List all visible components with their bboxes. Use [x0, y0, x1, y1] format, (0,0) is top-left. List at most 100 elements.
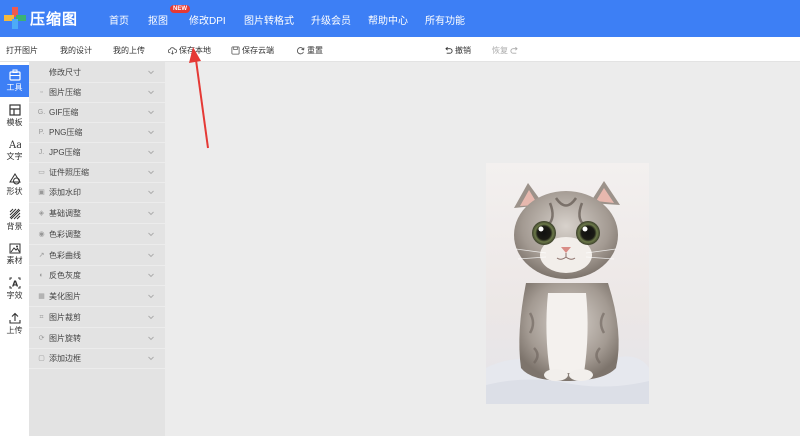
undo-button[interactable]: 撤销	[444, 45, 471, 56]
panel-label: 色彩调整	[49, 230, 81, 239]
nav-upgrade-vip[interactable]: 升级会员	[311, 12, 351, 27]
toolbox-icon	[8, 69, 21, 81]
panel-item-image-compress[interactable]: ▫ 图片压缩	[29, 83, 165, 103]
chevron-down-icon	[148, 336, 154, 341]
panel-label: GIF压缩	[49, 108, 79, 117]
nav-cutout[interactable]: 抠图	[148, 12, 168, 27]
panel-label: 修改尺寸	[49, 68, 81, 77]
svg-text:A: A	[12, 280, 19, 289]
canvas-workspace[interactable]	[165, 62, 800, 436]
svg-text:Aa: Aa	[9, 140, 21, 150]
id-photo-icon: ▭	[38, 169, 45, 176]
panel-item-beautify[interactable]: ▦ 美化图片	[29, 287, 165, 307]
rail-item-templates[interactable]: 模板	[0, 100, 29, 132]
panel-item-add-watermark[interactable]: ▣ 添加水印	[29, 183, 165, 203]
eye-icon: ◉	[38, 231, 45, 238]
rail-label-upload: 上传	[6, 326, 23, 335]
kitten-photo[interactable]	[486, 163, 649, 404]
chevron-down-icon	[148, 232, 154, 237]
panel-label: PNG压缩	[49, 128, 83, 137]
logo-icon	[4, 7, 26, 29]
panel-item-crop[interactable]: ⌗ 图片裁剪	[29, 308, 165, 328]
chevron-down-icon	[148, 273, 154, 278]
panel-item-color-adjust[interactable]: ◉ 色彩调整	[29, 225, 165, 245]
nav-help-center[interactable]: 帮助中心	[368, 12, 408, 27]
png-icon: P.	[38, 129, 45, 136]
left-rail: 工具 模板 Aa 文字 形状 背景 素材 A 字效 上传	[0, 62, 29, 436]
rail-item-background[interactable]: 背景	[0, 204, 29, 236]
rail-label-tools: 工具	[6, 83, 23, 92]
crop-icon: ⌗	[39, 314, 44, 321]
nav-convert-format[interactable]: 图片转格式	[244, 12, 294, 27]
beautify-icon: ▦	[38, 293, 45, 300]
text-icon: Aa	[9, 140, 21, 150]
background-pattern-icon	[9, 208, 20, 220]
chevron-down-icon	[148, 294, 154, 299]
rail-item-upload[interactable]: 上传	[0, 308, 29, 340]
panel-label: 证件照压缩	[49, 168, 89, 177]
chevron-down-icon	[148, 190, 154, 195]
panel-item-png-compress[interactable]: P. PNG压缩	[29, 123, 165, 143]
panel-label: 图片压缩	[49, 88, 81, 97]
panel-item-jpg-compress[interactable]: J. JPG压缩	[29, 143, 165, 163]
panel-label: 添加边框	[49, 354, 81, 363]
resize-icon	[37, 68, 46, 77]
panel-label: 图片裁剪	[49, 313, 81, 322]
panel-item-invert-gray[interactable]: ◐ 反色灰度	[29, 266, 165, 286]
upload-icon	[8, 312, 21, 324]
nav-all-features[interactable]: 所有功能	[425, 12, 465, 27]
panel-item-id-photo-compress[interactable]: ▭ 证件照压缩	[29, 163, 165, 183]
my-designs-button[interactable]: 我的设计	[60, 45, 92, 56]
rail-item-text-effects[interactable]: A 字效	[0, 273, 29, 305]
chevron-down-icon	[148, 150, 154, 155]
rail-item-materials[interactable]: 素材	[0, 238, 29, 270]
new-badge: NEW	[170, 5, 190, 13]
chevron-down-icon	[148, 110, 154, 115]
chevron-down-icon	[148, 170, 154, 175]
save-cloud-button[interactable]: 保存云端	[231, 45, 274, 56]
nav-home[interactable]: 首页	[109, 12, 129, 27]
rail-label-shapes: 形状	[6, 187, 23, 196]
panel-item-resize[interactable]: 修改尺寸	[29, 63, 165, 83]
rail-label-text-effects: 字效	[6, 291, 23, 300]
rail-label-background: 背景	[6, 222, 23, 231]
panel-item-color-curve[interactable]: ↗ 色彩曲线	[29, 246, 165, 266]
watermark-icon: ▣	[38, 189, 45, 196]
logo[interactable]: 压缩图	[4, 7, 78, 29]
rail-label-templates: 模板	[6, 118, 23, 127]
redo-icon	[510, 46, 518, 54]
save-local-button[interactable]: 保存本地	[168, 45, 211, 56]
rail-item-text[interactable]: Aa 文字	[0, 134, 29, 166]
panel-label: JPG压缩	[49, 148, 81, 157]
curve-icon: ↗	[38, 252, 45, 259]
chevron-down-icon	[148, 130, 154, 135]
toolbar: 打开图片 我的设计 我的上传 保存本地 保存云端 重置 撤销 恢复	[0, 37, 800, 62]
redo-button[interactable]: 恢复	[492, 45, 519, 56]
nav-modify-dpi[interactable]: 修改DPI	[189, 12, 226, 27]
save-icon	[231, 46, 240, 55]
rail-item-tools[interactable]: 工具	[0, 65, 29, 97]
save-cloud-label: 保存云端	[242, 46, 274, 55]
panel-item-rotate[interactable]: ⟳ 图片旋转	[29, 329, 165, 349]
panel-item-basic-adjust[interactable]: ◈ 基础调整	[29, 204, 165, 224]
panel-label: 美化图片	[49, 292, 81, 301]
redo-label: 恢复	[492, 46, 508, 55]
jpg-icon: J.	[38, 149, 45, 156]
reset-button[interactable]: 重置	[296, 45, 323, 56]
rail-label-text: 文字	[6, 152, 23, 161]
adjust-icon: ◈	[38, 210, 45, 217]
my-uploads-button[interactable]: 我的上传	[113, 45, 145, 56]
panel-item-add-border[interactable]: ▢ 添加边框	[29, 349, 165, 369]
panel-label: 色彩曲线	[49, 251, 81, 260]
logo-text: 压缩图	[30, 10, 79, 28]
save-local-label: 保存本地	[179, 46, 211, 55]
cloud-download-icon	[168, 47, 177, 55]
invert-icon: ◐	[39, 272, 44, 279]
panel-label: 图片旋转	[49, 334, 81, 343]
my-uploads-label: 我的上传	[113, 46, 145, 55]
panel-item-gif-compress[interactable]: G. GIF压缩	[29, 103, 165, 123]
open-image-button[interactable]: 打开图片	[6, 45, 38, 56]
rail-item-shapes[interactable]: 形状	[0, 169, 29, 201]
image-material-icon	[9, 243, 20, 254]
undo-label: 撤销	[455, 46, 471, 55]
